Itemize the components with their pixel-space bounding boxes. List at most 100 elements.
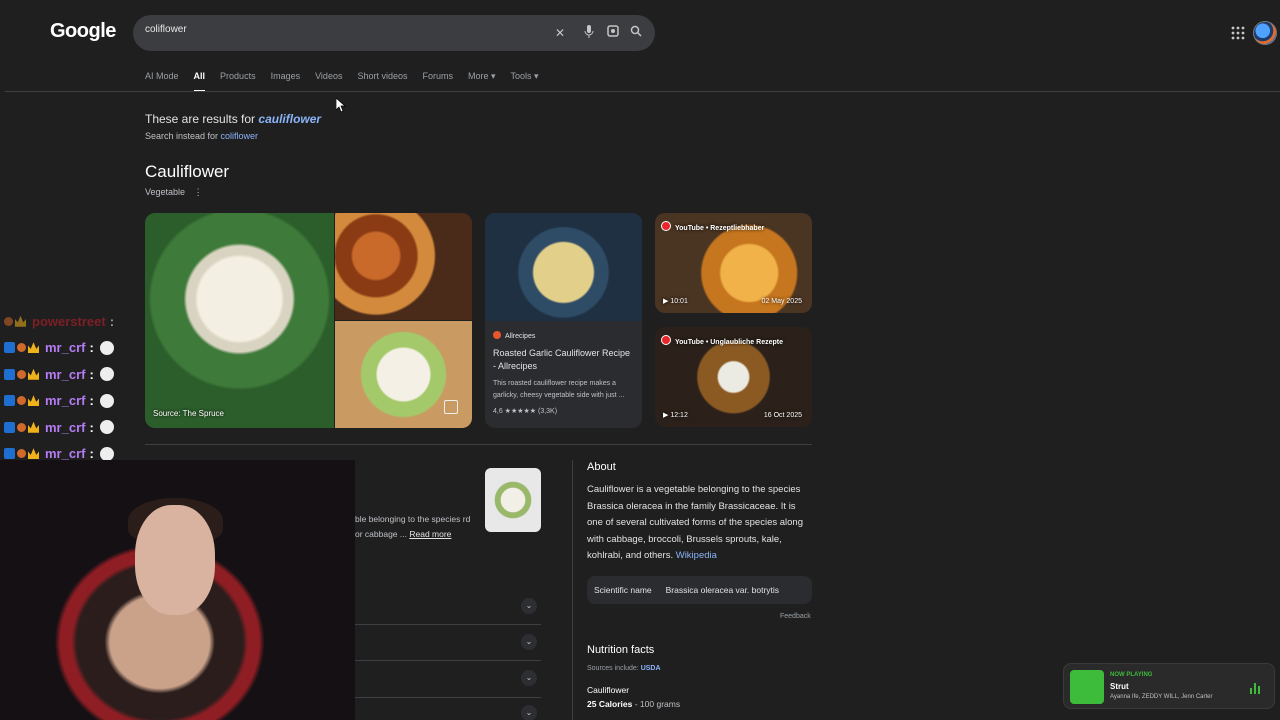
tab-tools[interactable]: Tools ▾ <box>511 71 539 82</box>
tab-forums[interactable]: Forums <box>422 71 453 82</box>
accordion-divider <box>355 660 541 661</box>
search-box[interactable]: ✕ <box>133 15 655 51</box>
accordion-divider <box>355 697 541 698</box>
lens-icon[interactable] <box>605 25 621 41</box>
badge-icon <box>4 342 15 354</box>
now-playing-widget: NOW PLAYING Strut Ayanna Ife, ZEDDY WILL… <box>1063 663 1275 709</box>
crown-icon <box>28 448 39 460</box>
recipe-source: Allrecipes <box>493 331 535 340</box>
chat-username: mr_crf <box>45 366 86 382</box>
badge-icon <box>17 396 26 406</box>
apps-icon[interactable] <box>1231 26 1245 40</box>
equalizer-icon <box>1250 682 1262 694</box>
video-card[interactable]: YouTube • Rezeptliebhaber ▶ 10:01 02 May… <box>655 213 812 313</box>
sci-name-label: Scientific name <box>594 585 652 595</box>
nutrition-heading: Nutrition facts <box>587 644 655 656</box>
spelling-correction: These are results for cauliflower <box>145 112 321 126</box>
video-date: 16 Oct 2025 <box>763 412 802 419</box>
feedback-link[interactable]: Feedback <box>780 613 811 620</box>
search-input[interactable] <box>145 24 525 35</box>
chevron-down-icon[interactable]: ⌄ <box>521 634 537 650</box>
chat-message: mr_crf : <box>0 414 140 441</box>
video-card[interactable]: YouTube • Unglaubliche Rezepte ▶ 12:12 1… <box>655 327 812 427</box>
chat-message: mr_crf : <box>0 361 140 388</box>
clear-icon[interactable]: ✕ <box>552 25 568 41</box>
recipe-card[interactable]: Allrecipes Roasted Garlic Cauliflower Re… <box>485 213 642 428</box>
more-options-icon[interactable]: ⋮ <box>194 187 203 197</box>
search-icon[interactable] <box>628 25 644 41</box>
correction-prefix: These are results for <box>145 112 259 126</box>
chat-message: powerstreet : <box>0 308 140 335</box>
song-title: Strut <box>1110 682 1129 691</box>
chat-separator: : <box>89 446 94 462</box>
account-avatar[interactable] <box>1253 21 1277 45</box>
tab-images[interactable]: Images <box>271 71 301 82</box>
original-term-link[interactable]: coliflower <box>221 131 259 141</box>
emote-icon <box>99 446 114 461</box>
nutrition-calories: 25 Calories - 100 grams <box>587 699 680 709</box>
tab-products[interactable]: Products <box>220 71 256 82</box>
recipe-rating: 4,6 ★★★★★ (3,3K) <box>493 408 558 415</box>
kp-subtitle-text: Vegetable <box>145 187 186 197</box>
serving-size: - 100 grams <box>632 699 681 709</box>
image-source: Source: The Spruce <box>153 409 225 418</box>
chevron-down-icon[interactable]: ⌄ <box>521 598 537 614</box>
kp-subtitle: Vegetable ⋮ <box>145 187 203 198</box>
chat-username: mr_crf <box>45 340 86 356</box>
description-snippet: ble belonging to the species rd or cabba… <box>355 512 480 542</box>
chat-separator: : <box>109 313 115 329</box>
search-instead: Search instead for coliflower <box>145 131 258 141</box>
corrected-term-link[interactable]: cauliflower <box>258 112 321 126</box>
recipe-image <box>485 213 642 321</box>
kp-divider <box>145 444 812 445</box>
chat-message: mr_crf : <box>0 388 140 415</box>
kp-title: Cauliflower <box>145 162 230 181</box>
calories-value: 25 Calories <box>587 699 633 709</box>
chevron-down-icon[interactable]: ⌄ <box>521 670 537 686</box>
crown-icon <box>28 368 39 380</box>
video-source: YouTube • Rezeptliebhaber <box>661 221 764 232</box>
tab-more[interactable]: More ▾ <box>468 71 496 82</box>
about-text: Cauliflower is a vegetable belonging to … <box>587 482 812 565</box>
nutrition-sources: Sources include: USDA <box>587 665 661 672</box>
tab-videos[interactable]: Videos <box>315 71 342 82</box>
tab-ai-mode[interactable]: AI Mode <box>145 71 179 82</box>
stream-chat-overlay: powerstreet : mr_crf : mr_crf : mr_crf :… <box>0 308 140 467</box>
now-playing-label: NOW PLAYING <box>1110 672 1153 678</box>
roasted-cauliflower-photo <box>335 213 472 320</box>
kp-image-collage[interactable]: Source: The Spruce <box>145 213 472 428</box>
chat-separator: : <box>89 366 94 382</box>
emote-icon <box>99 340 114 355</box>
video-source: YouTube • Unglaubliche Rezepte <box>661 335 783 346</box>
badge-icon <box>17 422 26 432</box>
album-art <box>1070 670 1104 704</box>
badge-icon <box>4 448 15 460</box>
about-heading: About <box>587 461 616 473</box>
badge-icon <box>4 368 15 380</box>
cauliflower-photo <box>145 213 334 428</box>
chat-separator: : <box>89 340 94 356</box>
video-duration: ▶ 12:12 <box>663 412 688 419</box>
chat-username: mr_crf <box>45 446 86 462</box>
scientific-name-chip[interactable]: Scientific name Brassica oleracea var. bo… <box>587 576 812 604</box>
tab-all[interactable]: All <box>193 71 205 92</box>
mic-icon[interactable] <box>581 25 597 41</box>
wikipedia-link[interactable]: Wikipedia <box>676 550 717 561</box>
recipe-title[interactable]: Roasted Garlic Cauliflower Recipe - Allr… <box>493 347 635 373</box>
chevron-down-icon[interactable]: ⌄ <box>521 705 537 720</box>
usda-link[interactable]: USDA <box>641 665 661 672</box>
cauliflower-thumbnail[interactable] <box>485 468 541 532</box>
crown-icon <box>28 421 39 433</box>
badge-icon <box>17 343 26 353</box>
chat-separator: : <box>89 393 94 409</box>
chat-username: mr_crf <box>45 393 86 409</box>
tab-short-videos[interactable]: Short videos <box>357 71 407 82</box>
image-expand-icon[interactable] <box>444 400 458 414</box>
recipe-description: This roasted cauliflower recipe makes a … <box>493 380 625 399</box>
google-logo[interactable]: Google <box>50 20 116 43</box>
badge-icon <box>17 449 26 459</box>
search-tabs: AI Mode All Products Images Videos Short… <box>145 71 539 92</box>
video-duration: ▶ 10:01 <box>663 298 688 305</box>
read-more-link[interactable]: Read more <box>409 529 451 539</box>
emote-icon <box>99 393 114 408</box>
